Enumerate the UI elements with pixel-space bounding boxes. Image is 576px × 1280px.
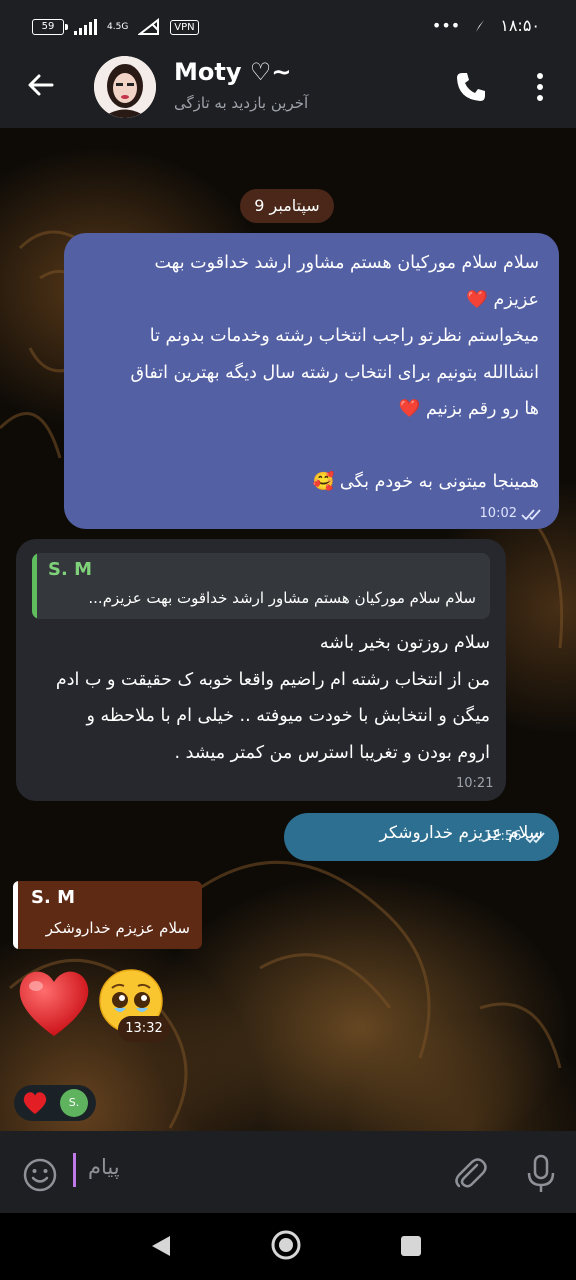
outgoing-message-bubble[interactable]: 12:56 سلام عزیزم خداروشکر xyxy=(284,813,559,861)
avatar-portrait xyxy=(94,56,156,118)
double-check-icon xyxy=(521,508,541,520)
heart-emoji[interactable] xyxy=(22,1090,48,1116)
contact-name[interactable]: Moty ♡~ xyxy=(174,58,291,86)
reply-sender: S. M xyxy=(31,887,75,908)
outgoing-message-bubble[interactable]: سلام سلام مورکیان هستم مشاور ارشد خداقوت… xyxy=(64,233,559,529)
reply-preview[interactable]: S. M سلام سلام مورکیان هستم مشاور ارشد خ… xyxy=(32,553,490,619)
last-seen: آخرین بازدید به تازگی xyxy=(174,94,309,112)
date-separator: 9 سپتامبر xyxy=(240,189,334,223)
wifi-off-icon xyxy=(138,18,160,35)
clock: ۱۸:۵۰ xyxy=(500,16,540,35)
heart-emoji[interactable] xyxy=(16,966,92,1042)
message-time: 10:02 xyxy=(479,506,517,521)
reply-sender: S. M xyxy=(48,559,92,580)
microphone-icon[interactable] xyxy=(522,1153,560,1195)
incoming-message-bubble[interactable]: S. M سلام سلام مورکیان هستم مشاور ارشد خ… xyxy=(16,539,506,801)
vpn-icon: VPN xyxy=(170,19,199,35)
status-right: ••• ۱۸:۵۰ xyxy=(432,16,540,35)
message-time: 10:21 xyxy=(456,776,494,791)
back-arrow-icon[interactable] xyxy=(26,70,56,100)
message-meta: 10:02 xyxy=(480,506,545,521)
avatar[interactable] xyxy=(94,56,156,118)
reaction-user-avatar[interactable]: S. xyxy=(60,1089,88,1117)
signal-icon xyxy=(74,19,97,35)
battery-icon: 59 xyxy=(32,19,68,35)
phone-icon[interactable] xyxy=(454,70,488,104)
status-left-icons: 59 4.5G VPN xyxy=(32,18,199,36)
message-input-placeholder[interactable]: پیام xyxy=(88,1155,120,1179)
reply-accent-bar xyxy=(13,881,18,949)
reply-snippet: سلام سلام مورکیان هستم مشاور ارشد خداقوت… xyxy=(88,589,476,607)
reply-snippet: سلام عزیزم خداروشکر xyxy=(45,919,190,937)
network-type: 4.5G xyxy=(107,21,129,32)
system-nav-bar xyxy=(0,1213,576,1280)
text-cursor xyxy=(73,1153,76,1187)
nav-back-icon[interactable] xyxy=(148,1233,174,1259)
attach-paperclip-icon[interactable] xyxy=(452,1155,490,1193)
location-arrow-icon xyxy=(476,19,485,32)
reply-preview[interactable]: S. M سلام عزیزم خداروشکر xyxy=(13,881,202,949)
message-text: سلام سلام مورکیان هستم مشاور ارشد خداقوت… xyxy=(130,253,540,492)
chat-area[interactable]: 9 سپتامبر سلام سلام مورکیان هستم مشاور ا… xyxy=(0,128,576,1131)
nav-home-icon[interactable] xyxy=(270,1229,302,1261)
reactions-bar[interactable]: S. xyxy=(14,1085,96,1121)
emoji-smile-icon[interactable] xyxy=(22,1157,58,1193)
message-time: 13:32 xyxy=(118,1016,170,1042)
message-composer: پیام xyxy=(0,1131,576,1213)
status-bar: 59 4.5G VPN ••• ۱۸:۵۰ xyxy=(0,0,576,56)
message-text: سلام روزتون بخیر باشه من از انتخاب رشته … xyxy=(55,633,490,763)
nav-recents-icon[interactable] xyxy=(400,1235,422,1257)
chat-header: Moty ♡~ آخرین بازدید به تازگی xyxy=(0,56,576,128)
reply-accent-bar xyxy=(32,553,37,619)
message-text: سلام عزیزم خداروشکر xyxy=(379,823,543,843)
more-vert-icon[interactable] xyxy=(528,70,552,104)
more-dots-icon: ••• xyxy=(431,16,461,35)
battery-level: 59 xyxy=(41,21,55,32)
